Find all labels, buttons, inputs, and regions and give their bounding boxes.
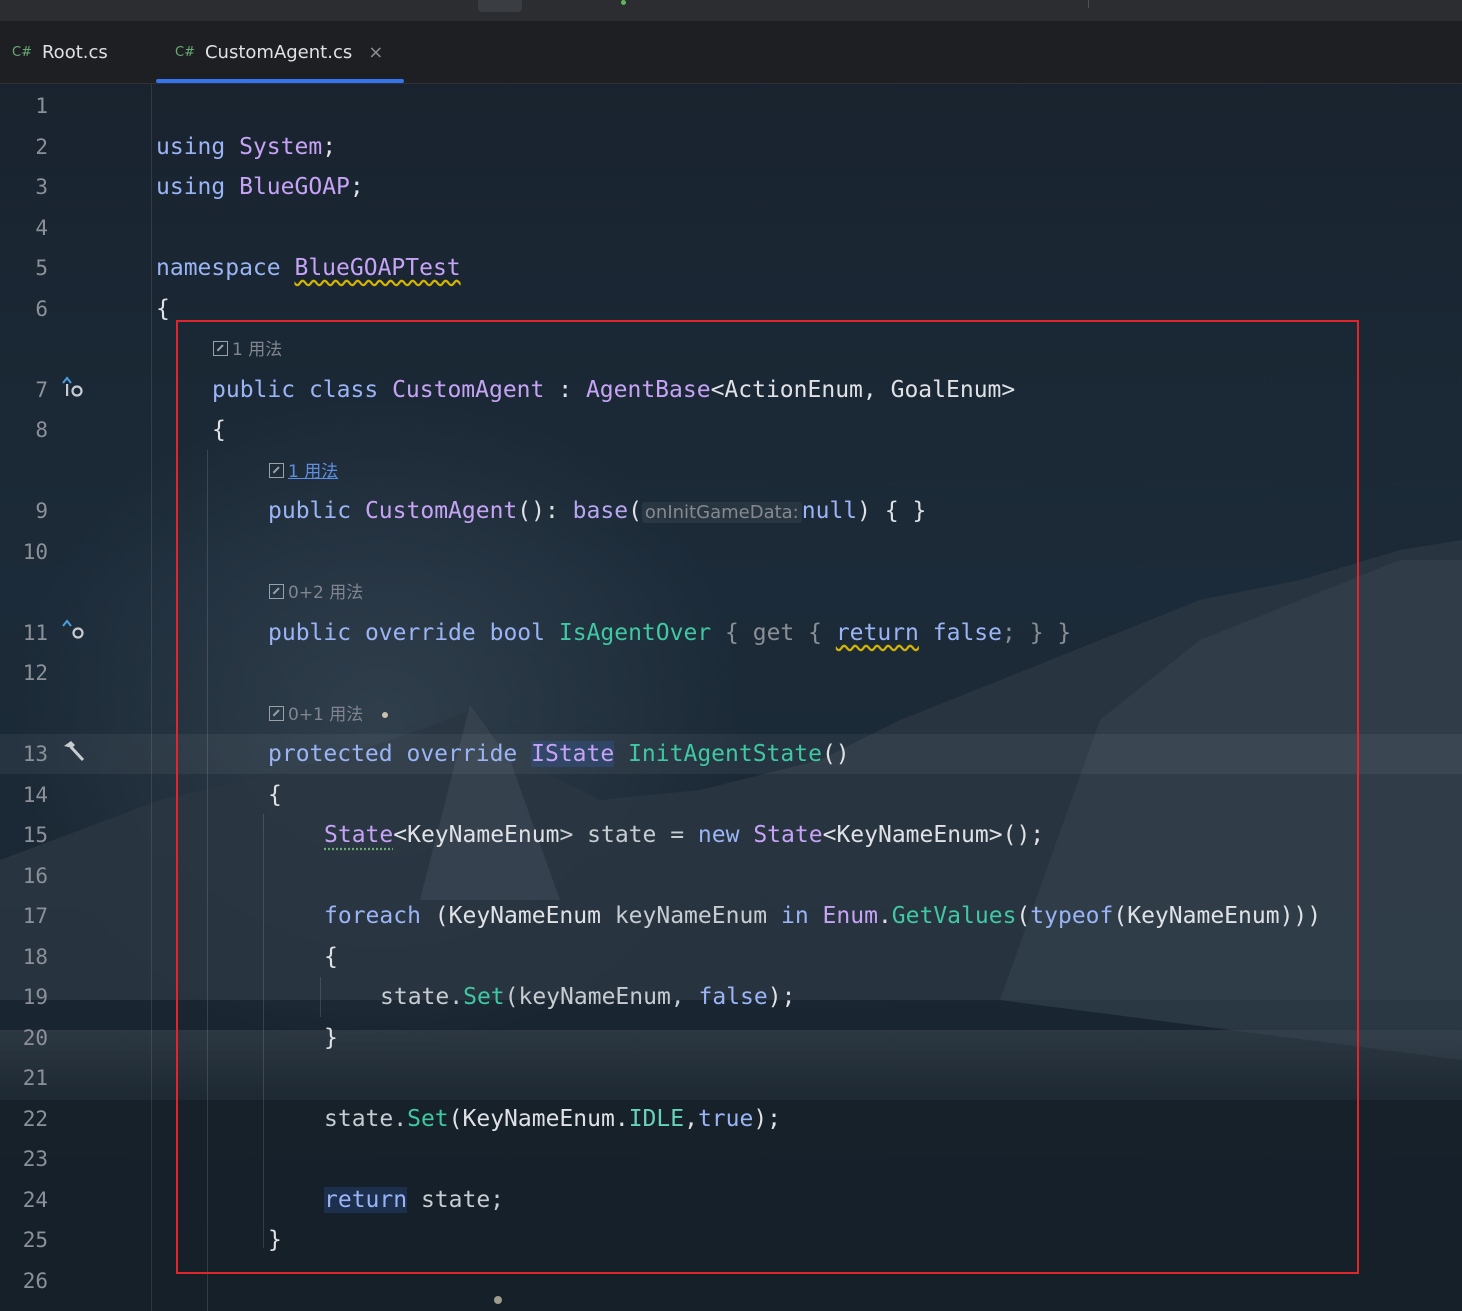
code-text[interactable]: return state; xyxy=(324,1180,504,1220)
line-number: 26 xyxy=(22,1269,48,1293)
code-line: 23 xyxy=(0,1139,1462,1179)
code-text[interactable]: public CustomAgent(): base(onInitGameDat… xyxy=(268,491,926,533)
code-line: 12 xyxy=(0,653,1462,693)
usage-hint[interactable]: 1 用法 xyxy=(213,335,282,365)
line-number: 8 xyxy=(35,418,48,442)
code-text[interactable]: public class CustomAgent : AgentBase<Act… xyxy=(212,370,1015,410)
line-number: 23 xyxy=(22,1147,48,1171)
line-number: 20 xyxy=(22,1026,48,1050)
top-toolbar-strip xyxy=(0,0,1462,21)
active-tab-underline xyxy=(156,79,404,83)
code-line: 8 { xyxy=(0,410,1462,450)
line-number: 12 xyxy=(22,661,48,685)
line-number: 13 xyxy=(22,742,48,766)
line-number: 11 xyxy=(22,621,48,645)
code-line: 3 using BlueGOAP; xyxy=(0,167,1462,207)
code-line: 25 } xyxy=(0,1220,1462,1260)
line-number: 9 xyxy=(35,499,48,523)
code-text[interactable]: using System; xyxy=(156,127,336,167)
code-line: 22 state.Set(KeyNameEnum.IDLE,true); xyxy=(0,1099,1462,1139)
code-line: 14 { xyxy=(0,775,1462,815)
run-widget[interactable] xyxy=(478,0,522,12)
code-line: 20 } xyxy=(0,1018,1462,1058)
code-line: 10 xyxy=(0,532,1462,572)
code-text[interactable]: { xyxy=(156,289,170,329)
line-number: 7 xyxy=(35,378,48,402)
code-editor[interactable]: 1 2 using System; 3 using BlueGOAP; 4 5 … xyxy=(0,84,1462,1311)
code-line: 26 xyxy=(0,1261,1462,1301)
code-line: 2 using System; xyxy=(0,127,1462,167)
line-number: 14 xyxy=(22,783,48,807)
override-icon[interactable] xyxy=(60,613,86,653)
csharp-file-icon: C# xyxy=(175,44,195,60)
line-number: 5 xyxy=(35,256,48,280)
code-line: 24 return state; xyxy=(0,1180,1462,1220)
code-line: 5 namespace BlueGOAPTest xyxy=(0,248,1462,288)
line-number: 18 xyxy=(22,945,48,969)
code-line: 11 public override bool IsAgentOver { ge… xyxy=(0,613,1462,653)
line-number: 22 xyxy=(22,1107,48,1131)
usage-hint[interactable]: 0+2 用法 xyxy=(269,578,363,608)
csharp-file-icon: C# xyxy=(12,44,32,60)
code-text[interactable]: state.Set(keyNameEnum, false); xyxy=(380,977,795,1017)
code-line: 19 state.Set(keyNameEnum, false); xyxy=(0,977,1462,1017)
code-text[interactable]: } xyxy=(268,1220,282,1260)
code-line: 18 { xyxy=(0,937,1462,977)
code-line: 7 public class CustomAgent : AgentBase<A… xyxy=(0,370,1462,410)
editor-tab-bar: C# Root.cs C# CustomAgent.cs × xyxy=(0,21,1462,84)
parameter-name-hint: onInitGameData: xyxy=(641,502,802,523)
usages-icon xyxy=(213,341,228,356)
tab-root-cs[interactable]: C# Root.cs xyxy=(12,21,108,83)
hammer-icon[interactable] xyxy=(60,734,86,774)
code-text[interactable]: foreach (KeyNameEnum keyNameEnum in Enum… xyxy=(324,896,1321,936)
line-number: 16 xyxy=(22,864,48,888)
line-number: 15 xyxy=(22,823,48,847)
tab-customagent-cs[interactable]: C# CustomAgent.cs × xyxy=(156,21,404,83)
line-number: 3 xyxy=(35,175,48,199)
usages-icon xyxy=(269,706,284,721)
close-tab-icon[interactable]: × xyxy=(368,42,383,63)
status-dot xyxy=(621,0,626,5)
code-line-current: 13 protected override IState InitAgentSt… xyxy=(0,734,1462,774)
code-line: 6 { xyxy=(0,289,1462,329)
tab-label: Root.cs xyxy=(41,41,108,63)
code-text[interactable]: state.Set(KeyNameEnum.IDLE,true); xyxy=(324,1099,781,1139)
line-number: 24 xyxy=(22,1188,48,1212)
code-text[interactable]: protected override IState InitAgentState… xyxy=(268,734,850,774)
code-text[interactable]: namespace BlueGOAPTest xyxy=(156,248,461,288)
usages-icon xyxy=(269,584,284,599)
line-number: 17 xyxy=(22,904,48,928)
line-number: 19 xyxy=(22,985,48,1009)
line-number: 6 xyxy=(35,297,48,321)
line-number: 25 xyxy=(22,1228,48,1252)
code-text[interactable]: { xyxy=(268,775,282,815)
code-line: 9 public CustomAgent(): base(onInitGameD… xyxy=(0,491,1462,531)
line-number: 10 xyxy=(22,540,48,564)
toolbar-separator xyxy=(1088,0,1089,8)
tab-label: CustomAgent.cs xyxy=(204,41,353,63)
line-number: 21 xyxy=(22,1066,48,1090)
code-line: 17 foreach (KeyNameEnum keyNameEnum in E… xyxy=(0,896,1462,936)
usages-icon xyxy=(269,463,284,478)
implemented-override-icon[interactable] xyxy=(60,370,86,410)
code-text[interactable]: } xyxy=(324,1018,338,1058)
usage-hint-link[interactable]: 1 用法 xyxy=(269,457,338,487)
code-text[interactable]: public override bool IsAgentOver { get {… xyxy=(268,613,1071,653)
line-number: 1 xyxy=(35,94,48,118)
code-line: 16 xyxy=(0,856,1462,896)
line-number: 2 xyxy=(35,135,48,159)
code-line: 21 xyxy=(0,1058,1462,1098)
code-text[interactable]: using BlueGOAP; xyxy=(156,167,364,207)
code-text[interactable]: { xyxy=(212,410,226,450)
code-line: 1 xyxy=(0,86,1462,126)
code-line: 4 xyxy=(0,208,1462,248)
code-text[interactable]: { xyxy=(324,937,338,977)
code-text[interactable]: State<KeyNameEnum> state = new State<Key… xyxy=(324,815,1044,855)
line-number: 4 xyxy=(35,216,48,240)
usage-hint[interactable]: 0+1 用法 xyxy=(269,700,363,730)
code-line: 15 State<KeyNameEnum> state = new State<… xyxy=(0,815,1462,855)
